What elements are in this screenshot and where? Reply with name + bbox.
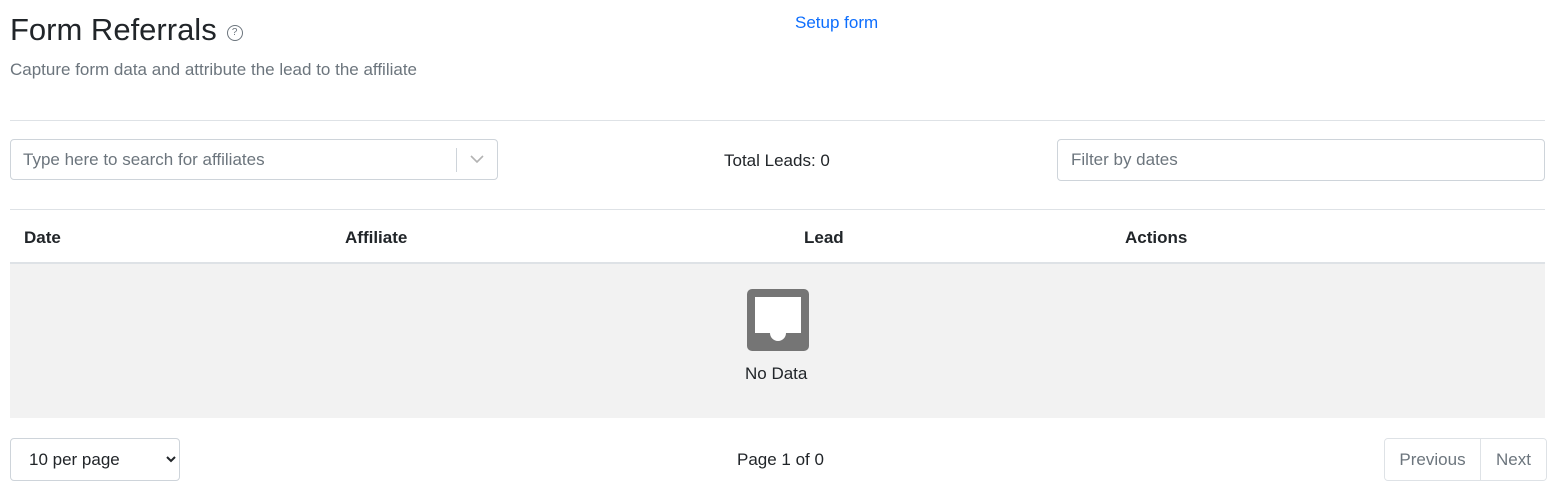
help-icon[interactable]: ?: [226, 25, 243, 41]
next-button[interactable]: Next: [1481, 439, 1546, 480]
setup-form-link[interactable]: Setup form: [795, 13, 878, 33]
total-leads-count: Total Leads: 0: [724, 151, 830, 170]
column-header-lead: Lead: [804, 228, 844, 247]
page-info: Page 1 of 0: [737, 450, 824, 469]
column-header-affiliate: Affiliate: [345, 228, 408, 247]
header-divider: [10, 120, 1545, 121]
empty-state: No Data: [10, 264, 1545, 418]
per-page-select[interactable]: 10 per page: [10, 438, 180, 481]
page-title: Form Referrals: [10, 12, 217, 47]
date-filter-input[interactable]: [1057, 139, 1545, 181]
previous-button[interactable]: Previous: [1385, 439, 1481, 480]
no-data-text: No Data: [745, 364, 808, 383]
affiliate-search-select[interactable]: [10, 139, 498, 180]
pagination-controls: Previous Next: [1384, 438, 1547, 481]
column-header-date: Date: [24, 228, 61, 247]
referrals-table: Date Affiliate Lead Actions No Data: [10, 210, 1545, 418]
affiliate-search-input[interactable]: [11, 140, 456, 179]
page-subtitle: Capture form data and attribute the lead…: [10, 60, 418, 79]
column-header-actions: Actions: [1125, 228, 1188, 247]
form-referrals-page: Form Referrals ? Setup form Capture form…: [0, 0, 1553, 488]
title-row: Form Referrals ?: [10, 10, 1545, 50]
inbox-icon: [747, 289, 809, 351]
table-header: Date Affiliate Lead Actions: [10, 210, 1545, 264]
page-header: Form Referrals ? Setup form Capture form…: [10, 10, 1545, 120]
chevron-down-icon[interactable]: [457, 140, 497, 179]
